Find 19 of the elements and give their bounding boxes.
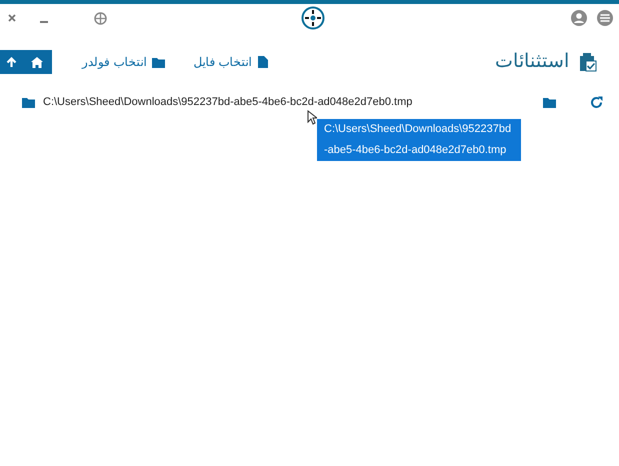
select-folder-button[interactable]: انتخاب فولدر — [82, 53, 166, 71]
checklist-icon — [579, 52, 597, 72]
up-arrow-icon[interactable] — [6, 56, 17, 68]
user-icon[interactable] — [571, 10, 587, 26]
folder-icon — [152, 56, 166, 68]
file-icon — [258, 56, 268, 68]
mouse-cursor-icon — [307, 110, 317, 125]
folder-icon — [543, 96, 556, 108]
crosshair-logo-icon — [301, 6, 325, 30]
home-icon[interactable] — [31, 56, 43, 68]
target-icon[interactable] — [94, 12, 107, 24]
refresh-icon[interactable] — [590, 96, 603, 108]
select-file-button[interactable]: انتخاب فایل — [193, 53, 268, 71]
menu-icon[interactable] — [597, 10, 613, 26]
file-path[interactable]: C:\Users\Sheed\Downloads\952237bd-abe5-4be6-bc2d-ad048e2d7eb0.tmp — [43, 94, 412, 110]
page-title: استثنائات — [495, 50, 569, 74]
tooltip: C:\Users\Sheed\Downloads\952237bd-abe5-4be6-bc2d-ad048e2d7eb0.tmp — [317, 119, 521, 161]
close-button[interactable] — [6, 12, 18, 24]
folder-icon — [22, 96, 35, 108]
